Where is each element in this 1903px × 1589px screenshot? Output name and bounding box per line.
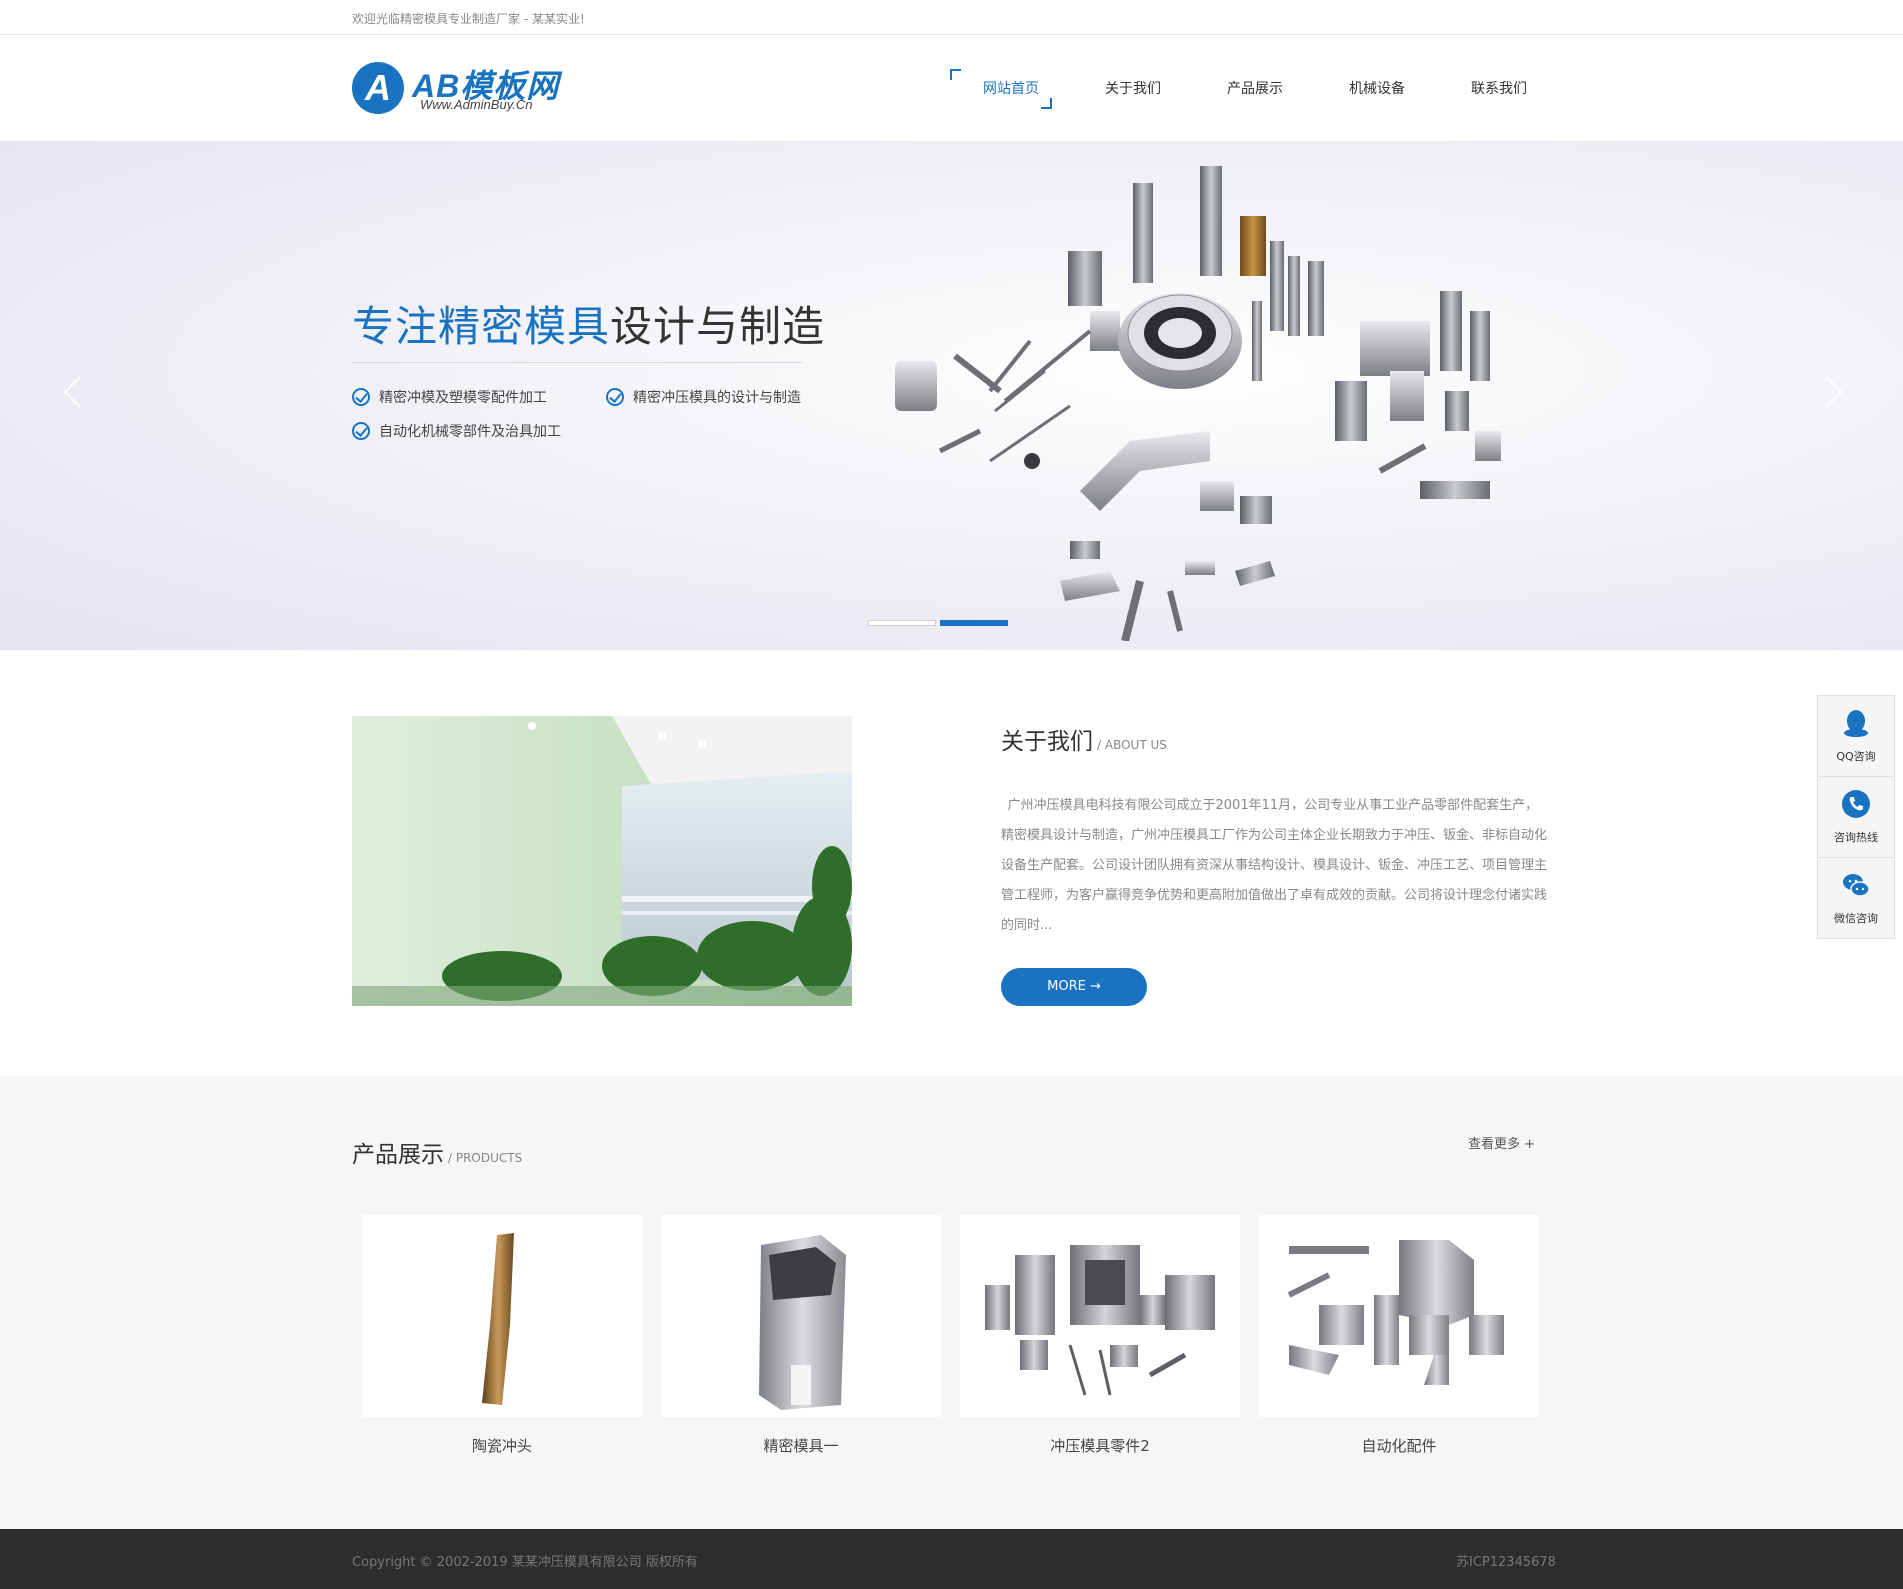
logo-url: Www.AdminBuy.Cn [420,97,533,112]
next-slide-arrow-icon[interactable] [1816,371,1846,411]
qq-icon [1844,710,1868,737]
slide-dot-1[interactable] [868,620,936,626]
product-image[interactable] [661,1215,941,1417]
main-nav: 网站首页 关于我们 产品展示 机械设备 联系我们 [950,69,1560,109]
mold-parts-image [895,166,1501,641]
slide-dot-2[interactable] [940,620,1008,626]
side-label: 咨询热线 [1834,831,1878,844]
banner-feature-text: 精密冲压模具的设计与制造 [633,390,801,406]
products-title: 产品展示 / PRODUCTS [352,1135,522,1169]
floating-contact-bar: QQ咨询 咨询热线 微信咨询 [1817,695,1895,939]
product-name[interactable]: 精密模具一 [661,1435,941,1456]
nav-item-equipment[interactable]: 机械设备 [1316,69,1438,109]
site-logo[interactable]: A AB模板网 Www.AdminBuy.Cn [352,59,592,115]
office-photo [352,716,852,1006]
prev-slide-arrow-icon[interactable] [58,371,88,411]
nav-item-products[interactable]: 产品展示 [1194,69,1316,109]
about-more-button[interactable]: MORE → [1001,968,1147,1006]
nav-item-about[interactable]: 关于我们 [1072,69,1194,109]
banner-feature: 精密冲模及塑模零配件加工 [352,387,547,407]
banner-feature: 精密冲压模具的设计与制造 [606,387,801,407]
phone-consult-button[interactable]: 咨询热线 [1818,777,1894,858]
phone-icon [1842,790,1870,818]
about-office-image [352,716,852,1006]
wechat-icon [1843,874,1870,897]
product-image[interactable] [1259,1215,1539,1417]
product-image[interactable] [362,1215,642,1417]
products-section: 产品展示 / PRODUCTS 查看更多 + 陶瓷冲头 精密模具一 冲压模具零件… [0,1076,1903,1529]
product-name[interactable]: 自动化配件 [1259,1435,1539,1456]
products-title-cn: 产品展示 [352,1142,444,1168]
product-card[interactable]: 精密模具一 [661,1215,941,1456]
about-title: 关于我们 / ABOUT US [1001,722,1167,756]
banner-title-rest: 设计与制造 [610,302,826,351]
check-circle-icon [352,388,370,406]
banner-feature-text: 精密冲模及塑模零配件加工 [379,390,547,406]
qq-consult-button[interactable]: QQ咨询 [1818,696,1894,777]
slide-indicator [868,620,1012,626]
product-card[interactable]: 自动化配件 [1259,1215,1539,1456]
about-title-cn: 关于我们 [1001,729,1093,755]
wechat-consult-button[interactable]: 微信咨询 [1818,858,1894,938]
products-title-en: / PRODUCTS [448,1151,523,1165]
nav-item-home[interactable]: 网站首页 [950,69,1072,109]
product-name[interactable]: 陶瓷冲头 [362,1435,642,1456]
products-more-link[interactable]: 查看更多 + [1468,1133,1535,1152]
product-image[interactable] [960,1215,1240,1417]
product-name[interactable]: 冲压模具零件2 [960,1435,1240,1456]
banner-divider [352,362,802,363]
banner-feature-text: 自动化机械零部件及治具加工 [379,424,561,440]
about-description: 广州冲压模具电科技有限公司成立于2001年11月，公司专业从事工业产品零部件配套… [1001,798,1548,933]
check-circle-icon [606,388,624,406]
icp-link[interactable]: 苏ICP12345678 [1456,1551,1556,1570]
banner-title: 专注精密模具设计与制造 [352,293,825,354]
hero-banner: 专注精密模具设计与制造 精密冲模及塑模零配件加工 精密冲压模具的设计与制造 自动… [0,141,1903,650]
product-card[interactable]: 冲压模具零件2 [960,1215,1240,1456]
side-label: 微信咨询 [1834,912,1878,925]
check-circle-icon [352,422,370,440]
nav-item-contact[interactable]: 联系我们 [1438,69,1560,109]
side-label: QQ咨询 [1836,750,1876,763]
logo-mark: A [352,62,404,114]
banner-title-highlight: 专注精密模具 [352,302,611,351]
top-bar: 欢迎光临精密模具专业制造厂家 - 某某实业! [0,0,1903,35]
product-card[interactable]: 陶瓷冲头 [362,1215,642,1456]
banner-feature: 自动化机械零部件及治具加工 [352,421,561,441]
about-title-en: / ABOUT US [1097,738,1167,752]
footer: Copyright © 2002-2019 某某冲压模具有限公司 版权所有 苏I… [0,1529,1903,1589]
header: A AB模板网 Www.AdminBuy.Cn 网站首页 关于我们 产品展示 机… [0,35,1903,141]
copyright-text: Copyright © 2002-2019 某某冲压模具有限公司 版权所有 [352,1555,698,1570]
welcome-text: 欢迎光临精密模具专业制造厂家 - 某某实业! [352,12,585,26]
